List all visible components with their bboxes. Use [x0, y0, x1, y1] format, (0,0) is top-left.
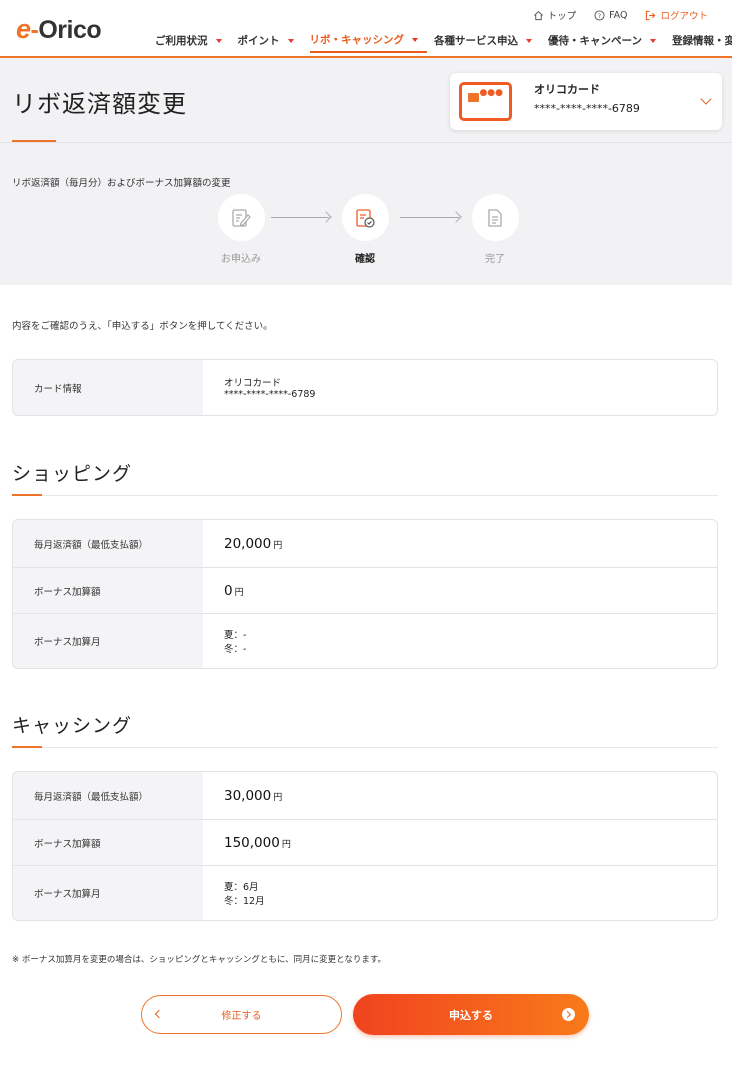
table-row: ボーナス加算額 0円	[13, 567, 717, 613]
row-label: カード情報	[13, 360, 203, 415]
page-header-band: リボ返済額変更 ●●● オリコカード ****-****-****-6789 リ…	[0, 58, 732, 285]
title-accent	[12, 140, 56, 142]
nav-services[interactable]: 各種サービス申込	[434, 32, 541, 53]
divider	[0, 142, 732, 143]
winter-month: 冬：-	[224, 644, 247, 655]
section-accent	[12, 494, 42, 496]
winter-month: 冬：12月	[224, 896, 265, 907]
caret-down-icon	[215, 38, 222, 43]
intro-text: 内容をご確認のうえ、「申込する」ボタンを押してください。	[12, 321, 273, 332]
summer-month: 夏：6月	[224, 882, 259, 893]
faq-link[interactable]: ? FAQ	[594, 8, 627, 22]
table-row: ボーナス加算月 夏：6月 冬：12月	[13, 865, 717, 920]
amount-value: 30,000	[224, 787, 272, 804]
cashing-table: 毎月返済額（最低支払額） 30,000 円 ボーナス加算額 150,000 円 ボー…	[12, 771, 718, 921]
document-icon	[488, 208, 502, 227]
step-apply: お申込み	[216, 194, 266, 265]
step-description: リボ返済額（毎月分）およびボーナス加算額の変更	[12, 178, 231, 189]
amount-value: 150,000	[224, 834, 280, 851]
page-title: リボ返済額変更	[12, 90, 187, 118]
caret-down-icon	[649, 38, 656, 43]
step-complete: 完了	[470, 194, 520, 265]
form-edit-icon	[232, 208, 251, 227]
nav-usage[interactable]: ご利用状況	[155, 32, 231, 53]
selected-card-number: ****-****-****-6789	[534, 102, 640, 115]
home-icon	[533, 10, 543, 20]
step-label: 完了	[485, 254, 505, 265]
section-accent	[12, 746, 42, 748]
table-row: ボーナス加算額 150,000 円	[13, 819, 717, 865]
section-title-cashing: キャッシング	[12, 715, 133, 737]
note-text: ※ ボーナス加算月を変更の場合は、ショッピングとキャッシングともに、同月に変更と…	[12, 955, 386, 965]
document-check-icon	[356, 208, 375, 228]
logout-link[interactable]: ログアウト	[645, 8, 708, 22]
chip-icon	[468, 93, 479, 102]
site-header: e-Orico トップ ? FAQ ログアウト ご利用状況 ポイント リボ・キャ…	[0, 0, 732, 58]
arrow-right-circle-icon	[562, 1008, 575, 1021]
summer-month: 夏：-	[224, 630, 247, 641]
help-icon: ?	[594, 9, 605, 21]
utility-links: トップ ? FAQ ログアウト	[533, 8, 708, 22]
eorico-logo[interactable]: e-Orico	[16, 14, 102, 45]
step-confirm: 確認	[340, 194, 390, 265]
caret-down-icon	[412, 37, 418, 42]
caret-down-icon	[287, 38, 294, 43]
top-link[interactable]: トップ	[533, 8, 576, 22]
step-label: お申込み	[221, 254, 261, 265]
table-row: 毎月返済額（最低支払額） 30,000 円	[13, 772, 717, 819]
divider	[12, 495, 718, 496]
amount-value: 0	[224, 582, 233, 599]
shopping-table: 毎月返済額（最低支払額） 20,000 円 ボーナス加算額 0円 ボーナス加算月 …	[12, 519, 718, 669]
nav-registration[interactable]: 登録情報・変更	[672, 32, 732, 53]
chevron-down-icon	[700, 93, 712, 105]
section-title-shopping: ショッピング	[12, 463, 133, 485]
card-name: オリコカード	[224, 378, 282, 389]
nav-points[interactable]: ポイント	[238, 32, 303, 53]
amount-value: 20,000	[224, 535, 272, 552]
apply-button[interactable]: 申込する	[353, 994, 589, 1035]
table-row: カード情報 オリコカード ****-****-****-6789	[13, 360, 717, 415]
selected-card-name: オリコカード	[534, 83, 600, 96]
caret-down-icon	[526, 38, 532, 43]
table-row: ボーナス加算月 夏：- 冬：-	[13, 613, 717, 668]
divider	[12, 747, 718, 748]
logout-icon	[646, 10, 656, 20]
table-row: 毎月返済額（最低支払額） 20,000 円	[13, 520, 717, 567]
card-number: ****-****-****-6789	[224, 389, 316, 400]
svg-text:?: ?	[598, 11, 601, 19]
step-arrow	[271, 217, 329, 218]
credit-card-icon: ●●●	[459, 82, 512, 121]
card-selector[interactable]: ●●● オリコカード ****-****-****-6789	[450, 73, 722, 130]
fix-button[interactable]: 修正する	[141, 995, 342, 1034]
card-info-table: カード情報 オリコカード ****-****-****-6789	[12, 359, 718, 416]
step-arrow	[400, 217, 459, 218]
nav-campaigns[interactable]: 優待・キャンペーン	[548, 32, 665, 53]
nav-revolving-cashing[interactable]: リボ・キャッシング	[309, 32, 427, 53]
global-nav: ご利用状況 ポイント リボ・キャッシング 各種サービス申込 優待・キャンペーン …	[155, 32, 732, 53]
chevron-left-icon	[154, 1009, 164, 1019]
step-label: 確認	[355, 254, 375, 265]
